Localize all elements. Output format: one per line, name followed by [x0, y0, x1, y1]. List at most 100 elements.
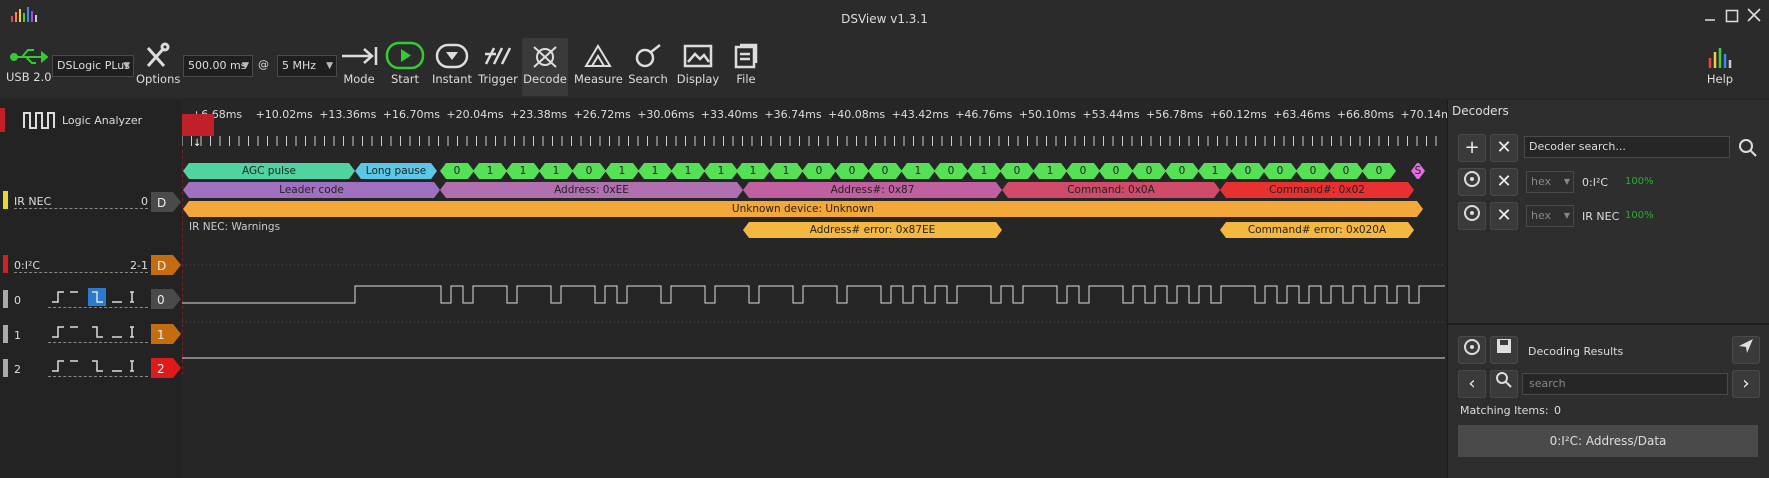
decode-button[interactable]: Decode [522, 38, 568, 96]
long-pause-segment[interactable]: Long pause [355, 163, 437, 179]
duration-select[interactable]: 500.00 ms ▼ [183, 55, 253, 77]
command-error-segment[interactable]: Command# error: 0x020A [1220, 222, 1414, 238]
save-results-button[interactable] [1490, 336, 1518, 364]
bit-segment[interactable]: 1 [1198, 163, 1232, 179]
display-icon [683, 44, 713, 68]
bit-segment[interactable]: 0 [934, 163, 968, 179]
decoder-format-select[interactable]: hex ▼ [1526, 205, 1574, 227]
samplerate-select[interactable]: 5 MHz ▼ [277, 55, 337, 77]
command-inverse-segment[interactable]: Command#: 0x02 [1220, 182, 1414, 198]
bit-segment[interactable]: 0 [868, 163, 902, 179]
ruler-tick-label: +43.42ms [891, 108, 949, 121]
prev-result-button[interactable]: ‹ [1458, 370, 1486, 398]
i2c-divider [14, 272, 148, 273]
remove-decoder-button[interactable]: ✕ [1490, 134, 1518, 162]
ch0-trigger-icons[interactable] [50, 288, 150, 308]
decoder-format-select[interactable]: hex ▼ [1526, 171, 1574, 193]
ch2-divider [48, 376, 148, 377]
bit-segment[interactable]: 0 [440, 163, 474, 179]
trigger-button[interactable]: Trigger [476, 42, 520, 86]
command-segment[interactable]: Command: 0x0A [1002, 182, 1220, 198]
bit-segment[interactable]: 0 [1165, 163, 1199, 179]
bit-segment[interactable]: 0 [1296, 163, 1330, 179]
goto-result-button[interactable] [1732, 336, 1760, 364]
close-icon[interactable] [1744, 7, 1764, 29]
ir-nec-tag[interactable]: D [151, 192, 181, 212]
ch1-trigger-icons[interactable] [50, 323, 150, 343]
minimize-icon[interactable] [1700, 7, 1720, 29]
search-icon[interactable] [1738, 138, 1758, 158]
ir-nec-label: IR NEC [14, 195, 52, 208]
results-search-button[interactable] [1490, 370, 1518, 398]
ch2-label: 2 [14, 363, 21, 376]
bit-segment[interactable]: 0 [572, 163, 606, 179]
decoder-search-input[interactable]: Decoder search... [1524, 136, 1730, 158]
ch2-trigger-icons[interactable] [50, 357, 150, 377]
bit-segment[interactable]: 1 [473, 163, 507, 179]
file-button[interactable]: File [726, 42, 766, 86]
bit-segment[interactable]: 1 [605, 163, 639, 179]
bit-segment[interactable]: 0 [802, 163, 836, 179]
address-inverse-segment[interactable]: Address#: 0x87 [743, 182, 1002, 198]
ch1-tag-text: 1 [157, 328, 165, 342]
bit-segment[interactable]: 0 [1231, 163, 1265, 179]
chevron-down-icon: ▼ [1563, 177, 1570, 186]
bit-segment[interactable]: 0 [1132, 163, 1166, 179]
bit-segment[interactable]: 1 [506, 163, 540, 179]
ir-nec-index: 0 [141, 195, 148, 208]
bit-segment[interactable]: 1 [704, 163, 738, 179]
bit-segment[interactable]: 0 [1362, 163, 1396, 179]
duration-value: 500.00 ms [188, 59, 247, 72]
bit-segment[interactable]: 0 [835, 163, 869, 179]
bit-segment[interactable]: 1 [671, 163, 705, 179]
format-value: hex [1531, 209, 1552, 222]
start-button[interactable]: Start [383, 41, 427, 86]
display-button[interactable]: Display [674, 42, 722, 86]
decoder-options-button[interactable] [1458, 168, 1486, 196]
address-segment[interactable]: Address: 0xEE [440, 182, 743, 198]
decoder-remove-button[interactable]: ✕ [1490, 202, 1518, 230]
bit-segment[interactable]: 0 [1066, 163, 1100, 179]
unknown-device-segment[interactable]: Unknown device: Unknown [183, 201, 1423, 217]
add-decoder-button[interactable]: + [1458, 134, 1486, 162]
search-icon [1496, 372, 1512, 388]
ch0-label: 0 [14, 294, 21, 307]
bit-segment[interactable]: 1 [967, 163, 1001, 179]
decoder-remove-button[interactable]: ✕ [1490, 168, 1518, 196]
next-result-button[interactable]: › [1732, 370, 1760, 398]
matching-items-count: 0 [1554, 404, 1561, 417]
bit-segment[interactable]: 0 [1329, 163, 1363, 179]
ruler-tick-label: +16.70ms [382, 108, 440, 121]
results-options-button[interactable] [1458, 336, 1486, 364]
ch0-tag[interactable]: 0 [151, 289, 181, 309]
ch2-tag[interactable]: 2 [151, 358, 181, 378]
leader-code-segment[interactable]: Leader code [183, 182, 440, 198]
options-button[interactable]: Options [136, 42, 180, 86]
maximize-icon[interactable] [1722, 7, 1742, 29]
help-button[interactable]: Help [1700, 42, 1740, 86]
i2c-tag[interactable]: D [151, 255, 181, 275]
ch1-tag[interactable]: 1 [151, 324, 181, 344]
results-search-input[interactable]: search [1522, 373, 1728, 395]
result-row[interactable]: 0:I²C: Address/Data [1458, 425, 1758, 457]
bit-segment[interactable]: 1 [769, 163, 803, 179]
mode-arrow-icon [342, 47, 378, 65]
trigger-marker[interactable] [182, 114, 214, 136]
bit-segment[interactable]: 1 [539, 163, 573, 179]
bit-segment[interactable]: 0 [1000, 163, 1034, 179]
decoder-options-button[interactable] [1458, 202, 1486, 230]
measure-button[interactable]: Measure [574, 42, 623, 86]
search-button[interactable]: Search [626, 42, 670, 86]
bit-segment[interactable]: 1 [1033, 163, 1067, 179]
agc-pulse-segment[interactable]: AGC pulse [183, 163, 355, 179]
ch0-color [3, 290, 8, 308]
bit-segment[interactable]: 1 [638, 163, 672, 179]
device-select[interactable]: DSLogic PLus ▼ [52, 55, 134, 77]
instant-button[interactable]: Instant [430, 42, 474, 86]
address-error-segment[interactable]: Address# error: 0x87EE [743, 222, 1002, 238]
bit-segment[interactable]: 0 [1263, 163, 1297, 179]
bit-segment[interactable]: 1 [901, 163, 935, 179]
bit-segment[interactable]: 0 [1099, 163, 1133, 179]
bit-segment[interactable]: 1 [736, 163, 770, 179]
mode-button[interactable]: Mode [338, 42, 380, 86]
